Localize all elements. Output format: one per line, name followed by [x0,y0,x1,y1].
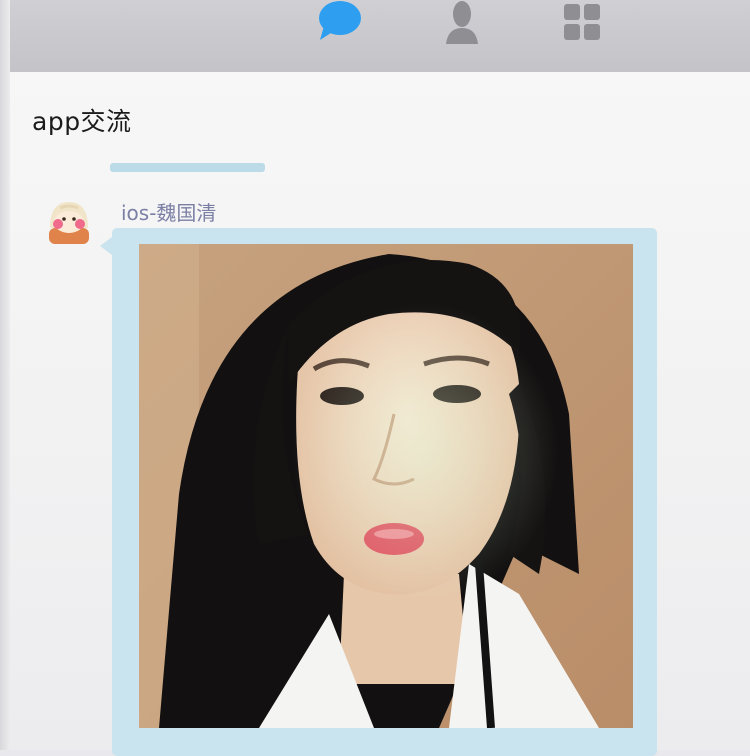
bubble-tail [100,237,112,255]
section-indicator [110,163,265,172]
message-image[interactable] [139,244,633,728]
avatar[interactable] [44,198,94,248]
person-icon [446,1,478,44]
sender-name: ios-魏国清 [121,201,217,225]
chat-screen: app交流 ios-魏国清 [0,72,750,756]
apps-grid-icon [564,4,600,40]
tab-contacts[interactable] [432,0,492,52]
portrait-photo [139,244,633,728]
top-tab-bar [0,0,750,74]
page-title: app交流 [32,107,132,136]
left-edge [0,0,10,750]
chat-bubble-icon [319,1,361,40]
cartoon-avatar-icon [49,202,89,244]
tab-chat[interactable] [310,0,370,52]
tab-apps[interactable] [552,0,612,52]
